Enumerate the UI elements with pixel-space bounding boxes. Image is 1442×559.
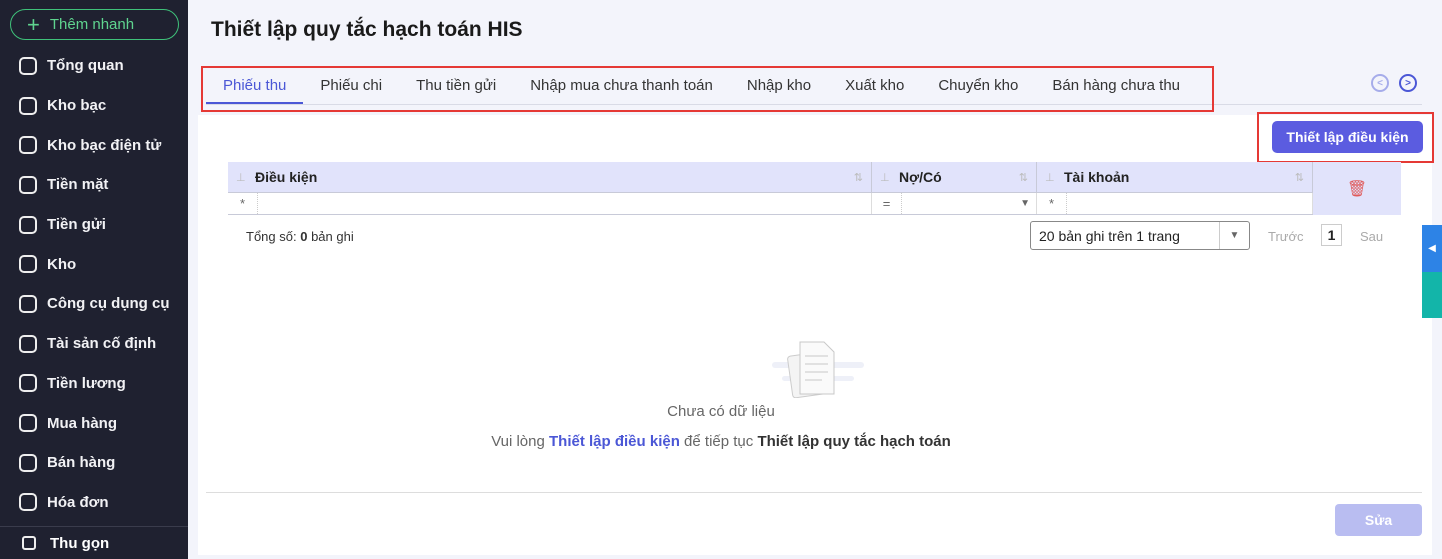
chevron-down-icon[interactable]: ▼ bbox=[1219, 222, 1249, 249]
collapse-button[interactable]: Thu gọn bbox=[0, 526, 188, 559]
filter-condition[interactable]: * bbox=[228, 193, 872, 214]
sidebar-item-label: Hóa đơn bbox=[47, 493, 109, 511]
pin-icon[interactable]: ⊥ bbox=[236, 171, 246, 184]
invoice-icon bbox=[19, 493, 37, 512]
tab-scroll-left-icon[interactable]: < bbox=[1371, 74, 1389, 92]
salary-icon bbox=[19, 374, 37, 393]
filter-operator[interactable]: = bbox=[872, 193, 902, 214]
pin-icon[interactable]: ⊥ bbox=[880, 171, 890, 184]
total-records: Tổng số: 0 bản ghi bbox=[246, 229, 354, 244]
collapse-icon bbox=[22, 536, 36, 550]
sidebar-nav: Tổng quan Kho bạc Kho bạc điện tử Tiền mặt T… bbox=[0, 46, 188, 522]
delete-icon[interactable]: 🗑 bbox=[1313, 162, 1401, 215]
sidebar-item-label: Tài sản cố định bbox=[47, 335, 157, 353]
caret-left-icon[interactable]: ◀ bbox=[1422, 225, 1442, 272]
sidebar: + Thêm nhanh Tổng quan Kho bạc Kho bạc điện… bbox=[0, 0, 188, 559]
sidebar-item[interactable]: Kho bạc bbox=[0, 86, 188, 126]
sidebar-item[interactable]: Tài sản cố định bbox=[0, 324, 188, 364]
column-header-condition[interactable]: ⊥ Điều kiện ⇅ bbox=[228, 162, 872, 192]
sort-icon[interactable]: ⇅ bbox=[1295, 171, 1304, 184]
sidebar-item-label: Kho bạc bbox=[47, 97, 107, 115]
tab-scroll-right-icon[interactable]: > bbox=[1399, 74, 1417, 92]
sort-icon[interactable]: ⇅ bbox=[854, 171, 863, 184]
sidebar-item[interactable]: Tiền gửi bbox=[0, 205, 188, 245]
sidebar-item-label: Bán hàng bbox=[47, 454, 116, 472]
sidebar-item-label: Kho bbox=[47, 255, 77, 273]
highlight-box-tabs bbox=[201, 66, 1214, 112]
tools-icon bbox=[19, 294, 37, 313]
column-label: Nợ/Có bbox=[899, 169, 942, 185]
chevron-down-icon[interactable]: ▼ bbox=[1020, 198, 1030, 209]
current-page[interactable]: 1 bbox=[1321, 224, 1342, 246]
filter-debit-credit[interactable]: = ▼ bbox=[872, 193, 1037, 214]
empty-document-icon bbox=[772, 341, 864, 398]
rules-grid: ⊥ Điều kiện ⇅ ⊥ Nợ/Có ⇅ ⊥ Tài khoản ⇅ * = ▼ * bbox=[228, 162, 1401, 215]
column-label: Điều kiện bbox=[255, 169, 318, 185]
highlight-box-button bbox=[1257, 112, 1434, 163]
sidebar-item[interactable]: Tiền lương bbox=[0, 364, 188, 404]
warehouse-icon bbox=[19, 255, 37, 274]
pin-icon[interactable]: ⊥ bbox=[1045, 171, 1055, 184]
side-panel-toggle[interactable]: ◀ bbox=[1422, 225, 1442, 318]
page-title: Thiết lập quy tắc hạch toán HIS bbox=[211, 18, 523, 41]
setup-condition-link[interactable]: Thiết lập điều kiện bbox=[549, 433, 680, 450]
empty-hint: Vui lòng Thiết lập điều kiện để tiếp tục… bbox=[491, 433, 951, 450]
sidebar-item-label: Tổng quan bbox=[47, 57, 124, 75]
collapse-label: Thu gọn bbox=[50, 534, 110, 552]
column-label: Tài khoản bbox=[1064, 169, 1130, 185]
page-size-select[interactable]: 20 bản ghi trên 1 trang ▼ bbox=[1030, 221, 1250, 250]
column-header-account[interactable]: ⊥ Tài khoản ⇅ bbox=[1037, 162, 1313, 192]
sort-icon[interactable]: ⇅ bbox=[1019, 171, 1028, 184]
asset-icon bbox=[19, 334, 37, 353]
cash-icon bbox=[19, 175, 37, 194]
pie-chart-icon bbox=[19, 56, 37, 75]
sidebar-item[interactable]: Kho bạc điện tử bbox=[0, 125, 188, 165]
sidebar-item-label: Công cụ dụng cụ bbox=[47, 295, 170, 313]
edit-button[interactable]: Sửa bbox=[1335, 504, 1422, 536]
sidebar-item-label: Tiền mặt bbox=[47, 176, 109, 194]
treasury-icon bbox=[19, 96, 37, 115]
footer-divider bbox=[206, 492, 1422, 493]
e-treasury-icon bbox=[19, 136, 37, 155]
sidebar-item-label: Kho bạc điện tử bbox=[47, 136, 162, 154]
empty-title: Chưa có dữ liệu bbox=[667, 403, 775, 420]
sidebar-item[interactable]: Tổng quan bbox=[0, 46, 188, 86]
prev-page-button[interactable]: Trước bbox=[1268, 229, 1304, 244]
sidebar-item[interactable]: Hóa đơn bbox=[0, 483, 188, 523]
column-header-debit-credit[interactable]: ⊥ Nợ/Có ⇅ bbox=[872, 162, 1037, 192]
quick-add-label: Thêm nhanh bbox=[49, 16, 135, 33]
filter-operator[interactable]: * bbox=[1037, 193, 1067, 214]
sidebar-item[interactable]: Tiền mặt bbox=[0, 165, 188, 205]
sidebar-item-label: Tiền lương bbox=[47, 374, 126, 392]
quick-add-button[interactable]: + Thêm nhanh bbox=[10, 9, 179, 40]
sidebar-item-label: Tiền gửi bbox=[47, 216, 106, 234]
store-icon bbox=[19, 453, 37, 472]
next-page-button[interactable]: Sau bbox=[1360, 229, 1383, 244]
filter-account[interactable]: * bbox=[1037, 193, 1313, 214]
deposit-icon bbox=[19, 215, 37, 234]
filter-operator[interactable]: * bbox=[228, 193, 258, 214]
sidebar-item[interactable]: Kho bbox=[0, 244, 188, 284]
plus-icon: + bbox=[27, 11, 40, 37]
page-size-value: 20 bản ghi trên 1 trang bbox=[1039, 227, 1180, 244]
sidebar-item[interactable]: Công cụ dụng cụ bbox=[0, 284, 188, 324]
